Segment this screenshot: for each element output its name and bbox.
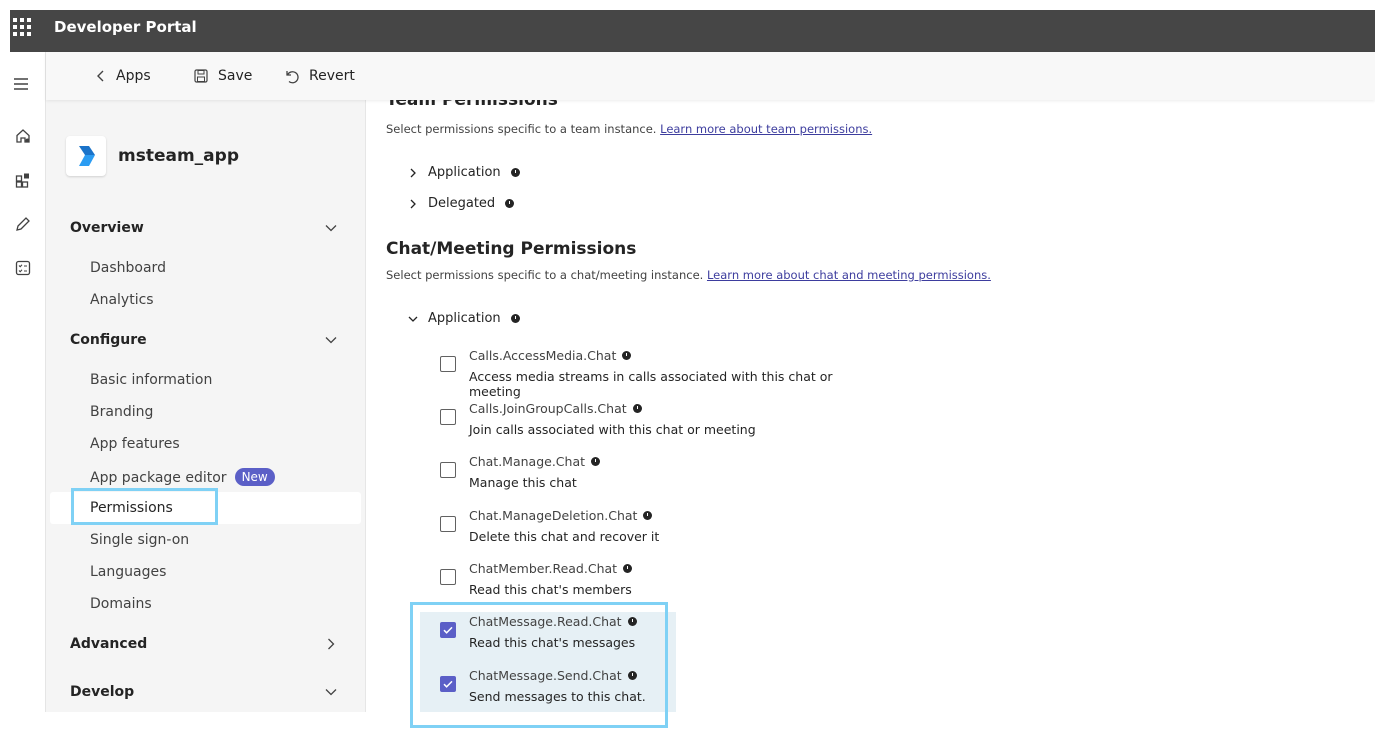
chevron-right-icon[interactable] — [324, 637, 338, 651]
info-icon[interactable] — [510, 314, 520, 323]
app-navigation: msteam_app Overview Dashboard Analytics … — [46, 100, 366, 712]
permission-checkbox[interactable] — [440, 356, 456, 372]
chevron-left-icon — [97, 70, 104, 82]
permission-row: Calls.AccessMedia.Chat Access media stre… — [440, 348, 840, 399]
permission-checkbox[interactable] — [440, 569, 456, 585]
nav-item-dashboard[interactable]: Dashboard — [90, 260, 166, 276]
permission-name: Calls.JoinGroupCalls.Chat — [469, 401, 627, 416]
nav-section-overview[interactable]: Overview — [70, 220, 144, 236]
home-icon[interactable] — [15, 128, 31, 144]
chat-application-expander[interactable]: Application — [408, 311, 520, 326]
chat-permissions-link[interactable]: Learn more about chat and meeting permis… — [707, 268, 991, 282]
chevron-right-icon — [410, 199, 416, 208]
back-to-apps-button[interactable]: Apps — [96, 66, 151, 86]
team-permissions-link[interactable]: Learn more about team permissions. — [660, 122, 872, 136]
permission-row: Chat.ManageDeletion.Chat Delete this cha… — [440, 508, 840, 558]
portal-window: Developer Portal Apps Save Revert msteam… — [10, 10, 1375, 712]
save-icon — [194, 69, 208, 83]
checklist-icon[interactable] — [15, 260, 31, 276]
expander-label: Application — [428, 311, 501, 326]
info-icon[interactable] — [632, 404, 642, 413]
app-launcher-icon[interactable] — [13, 18, 31, 36]
toolbar: Apps Save Revert — [46, 52, 1375, 100]
save-button[interactable]: Save — [194, 66, 252, 86]
edit-icon[interactable] — [15, 216, 31, 232]
chat-permissions-description: Select permissions specific to a chat/me… — [386, 268, 991, 282]
chat-permissions-title: Chat/Meeting Permissions — [386, 239, 637, 259]
chat-desc-text: Select permissions specific to a chat/me… — [386, 268, 704, 282]
permission-description: Manage this chat — [469, 475, 577, 490]
permission-name: Chat.Manage.Chat — [469, 454, 586, 469]
chevron-down-icon[interactable] — [324, 685, 338, 699]
permission-name: Calls.AccessMedia.Chat — [469, 348, 617, 363]
nav-item-analytics[interactable]: Analytics — [90, 292, 154, 308]
permission-row: Calls.JoinGroupCalls.Chat Join calls ass… — [440, 401, 840, 451]
nav-section-configure[interactable]: Configure — [70, 332, 147, 348]
chevron-down-icon[interactable] — [324, 333, 338, 347]
app-logo — [66, 136, 106, 176]
info-icon[interactable] — [643, 511, 653, 520]
permission-description: Join calls associated with this chat or … — [469, 422, 756, 437]
team-desc-text: Select permissions specific to a team in… — [386, 122, 657, 136]
top-bar: Developer Portal — [10, 10, 1375, 52]
revert-label: Revert — [309, 68, 355, 84]
nav-section-develop[interactable]: Develop — [70, 684, 134, 700]
app-name: msteam_app — [118, 146, 239, 166]
info-icon[interactable] — [622, 351, 632, 360]
nav-item-single-sign-on[interactable]: Single sign-on — [90, 532, 189, 548]
permission-description: Read this chat's members — [469, 582, 632, 597]
expander-label: Application — [428, 165, 501, 180]
team-permissions-description: Select permissions specific to a team in… — [386, 122, 872, 136]
nav-item-app-features[interactable]: App features — [90, 436, 180, 452]
permission-checkbox[interactable] — [440, 462, 456, 478]
permission-checkbox[interactable] — [440, 516, 456, 532]
chevron-down-icon[interactable] — [324, 221, 338, 235]
nav-section-advanced[interactable]: Advanced — [70, 636, 147, 652]
team-delegated-expander[interactable]: Delegated — [408, 196, 515, 211]
nav-item-basic-information[interactable]: Basic information — [90, 372, 212, 388]
info-icon[interactable] — [623, 564, 633, 573]
permission-name: Chat.ManageDeletion.Chat — [469, 508, 638, 523]
permission-description: Access media streams in calls associated… — [469, 369, 833, 399]
team-permissions-title: Team Permissions — [386, 100, 558, 110]
nav-item-label: App package editor — [90, 470, 227, 486]
info-icon[interactable] — [510, 168, 520, 177]
nav-item-domains[interactable]: Domains — [90, 596, 152, 612]
nav-item-app-package-editor[interactable]: App package editor New — [90, 468, 275, 486]
nav-item-languages[interactable]: Languages — [90, 564, 166, 580]
new-badge: New — [234, 468, 275, 486]
permission-checkbox[interactable] — [440, 409, 456, 425]
team-application-expander[interactable]: Application — [408, 165, 520, 180]
permission-description: Delete this chat and recover it — [469, 529, 660, 544]
chevron-right-icon — [410, 168, 416, 177]
nav-item-branding[interactable]: Branding — [90, 404, 153, 420]
save-label: Save — [218, 68, 253, 84]
info-icon[interactable] — [505, 199, 515, 208]
left-rail — [10, 52, 46, 712]
app-title: Developer Portal — [54, 18, 197, 36]
info-icon[interactable] — [591, 457, 601, 466]
back-label: Apps — [116, 68, 151, 84]
permission-name: ChatMember.Read.Chat — [469, 561, 618, 576]
hamburger-menu-icon[interactable] — [13, 76, 29, 92]
nav-item-permissions[interactable]: Permissions — [90, 500, 173, 516]
revert-icon — [286, 70, 299, 83]
revert-button[interactable]: Revert — [284, 66, 355, 86]
chevron-down-icon — [408, 316, 418, 322]
apps-icon[interactable] — [15, 172, 31, 188]
expander-label: Delegated — [428, 196, 496, 211]
permission-row: Chat.Manage.Chat Manage this chat — [440, 454, 840, 504]
selected-permissions-highlight-box — [410, 602, 668, 728]
